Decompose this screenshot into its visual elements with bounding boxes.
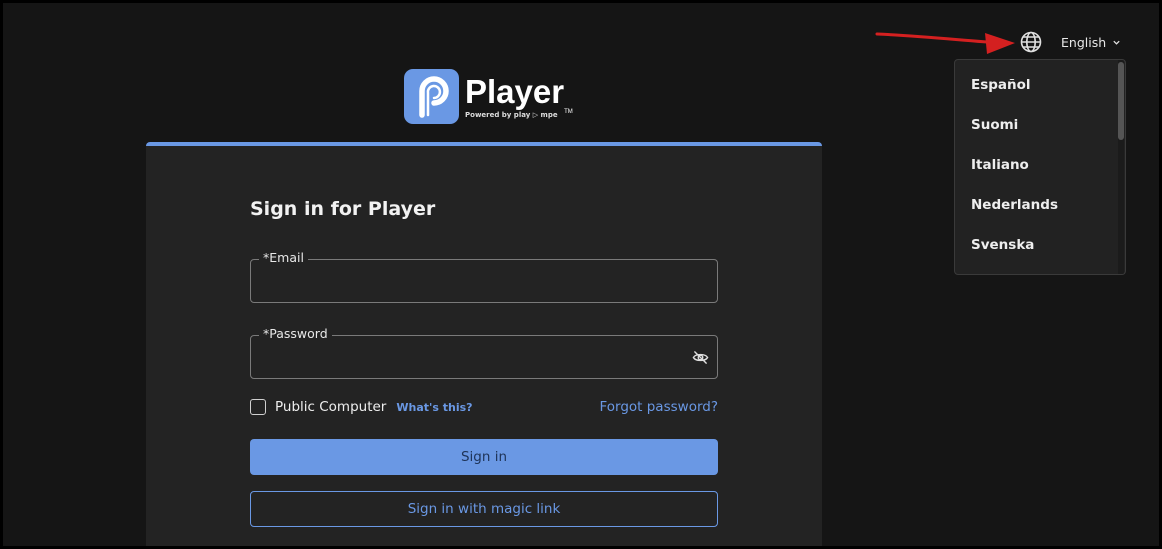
logo-subtitle: Powered by play ▷ mpe [465,111,558,119]
annotation-arrow-icon [875,32,1015,54]
eye-off-icon[interactable] [692,349,709,366]
public-computer-label: Public Computer [275,399,387,415]
language-option-italiano[interactable]: Italiano [955,145,1125,185]
password-field[interactable] [251,336,717,378]
options-row: Public Computer What's this? Forgot pass… [250,397,718,417]
player-logo-icon [418,75,449,118]
globe-icon [1020,31,1042,53]
password-label: *Password [259,326,332,342]
password-field-wrapper: *Password [250,326,718,379]
email-field[interactable] [251,260,717,302]
public-computer-checkbox[interactable] [250,399,266,415]
player-logo: PlayerTM Powered by play ▷ mpe [404,69,573,124]
sign-in-button[interactable]: Sign in [250,439,718,475]
forgot-password-link[interactable]: Forgot password? [599,399,718,415]
email-label: *Email [259,250,308,266]
page-title: Sign in for Player [250,198,436,220]
email-field-wrapper: *Email [250,250,718,303]
logo-title: PlayerTM [465,73,573,116]
language-option-svenska[interactable]: Svenska [955,225,1125,265]
language-menu-scrollbar[interactable] [1118,60,1124,274]
magic-link-button[interactable]: Sign in with magic link [250,491,718,527]
language-option-suomi[interactable]: Suomi [955,105,1125,145]
whats-this-link[interactable]: What's this? [396,401,472,414]
language-current: English [1061,34,1107,50]
language-option-nederlands[interactable]: Nederlands [955,185,1125,225]
chevron-down-icon [1113,40,1120,45]
language-selector[interactable]: English [1019,29,1129,55]
scrollbar-thumb[interactable] [1118,62,1124,140]
language-dropdown-menu: Español Suomi Italiano Nederlands Svensk… [954,59,1126,275]
page: English Español Suomi Italiano Nederland… [3,3,1159,546]
signin-card: Sign in for Player *Email *Password Publ… [146,142,822,546]
logo-badge [404,69,459,124]
trademark-mark: TM [564,109,573,115]
language-option-espanol[interactable]: Español [955,65,1125,105]
